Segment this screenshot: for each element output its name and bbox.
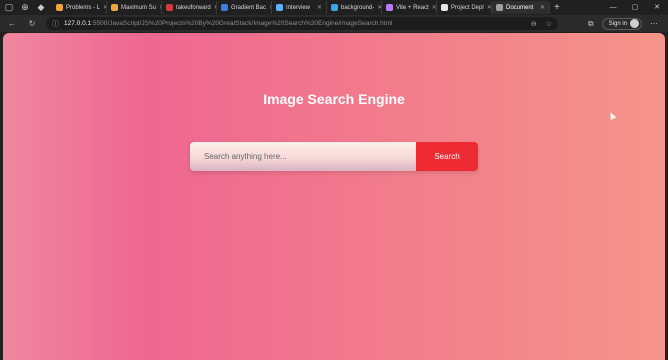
tab-favicon-icon: [386, 4, 393, 11]
mouse-cursor-icon: [607, 111, 617, 120]
page-title: Image Search Engine: [263, 91, 405, 107]
tab-label: Problems - L: [66, 4, 101, 11]
browser-tab[interactable]: Vite + React ✕: [382, 1, 437, 14]
pinned-tab-icon[interactable]: ◆: [34, 1, 48, 15]
new-tab-icon[interactable]: +: [554, 2, 560, 13]
browser-tab[interactable]: Document ✕: [492, 1, 550, 14]
tab-close-icon[interactable]: ✕: [487, 4, 491, 11]
tab-favicon-icon: [276, 4, 283, 11]
browser-tab[interactable]: Problems - L✕: [52, 1, 107, 14]
search-input[interactable]: [190, 142, 416, 171]
maximize-icon[interactable]: ▢: [624, 0, 646, 15]
site-info-icon[interactable]: ⓘ: [52, 19, 59, 29]
tab-favicon-icon: [496, 4, 503, 11]
minimize-icon[interactable]: —: [602, 0, 624, 15]
tab-favicon-icon: [441, 4, 448, 11]
tab-strip: ▢ ⊕ ◆ Problems - L✕Maximum Su✕takeuforwa…: [0, 0, 668, 15]
address-bar-actions: ⊖ ☆: [531, 20, 552, 28]
tab-label: Vite + React: [396, 4, 429, 11]
window-controls: — ▢ ✕: [602, 0, 668, 15]
sign-in-button[interactable]: Sign in: [601, 17, 642, 30]
tab-favicon-icon: [111, 4, 118, 11]
tab-close-icon[interactable]: ✕: [540, 4, 545, 11]
favorite-star-icon[interactable]: ☆: [546, 20, 552, 28]
tabs-container: Problems - L✕Maximum Su✕takeuforward✕Gra…: [52, 1, 550, 14]
browser-tab[interactable]: Project Depl ✕: [437, 1, 492, 14]
browser-tab[interactable]: Maximum Su✕: [107, 1, 162, 14]
search-button[interactable]: Search: [416, 142, 478, 171]
more-options-icon[interactable]: ⋯: [650, 19, 658, 28]
browser-tab[interactable]: Gradient Bac✕: [217, 1, 272, 14]
browser-tab[interactable]: takeuforward✕: [162, 1, 217, 14]
toolbar-right: ⧉ Sign in ⋯: [588, 17, 658, 30]
tab-label: Project Depl: [451, 4, 484, 11]
tab-favicon-icon: [166, 4, 173, 11]
browser-tab[interactable]: Interview ✕: [272, 1, 327, 14]
tab-close-icon[interactable]: ✕: [317, 4, 322, 11]
tab-label: Document: [506, 4, 534, 11]
back-icon[interactable]: ←: [4, 16, 20, 32]
tab-favicon-icon: [221, 4, 228, 11]
sidebar-toggle-icon[interactable]: ▢: [2, 1, 16, 15]
close-window-icon[interactable]: ✕: [646, 0, 668, 15]
tab-favicon-icon: [331, 4, 338, 11]
tab-label: takeuforward: [176, 4, 211, 11]
zoom-icon[interactable]: ⊖: [531, 20, 537, 28]
address-bar-row: ← ↻ ⓘ 127.0.0.1:5500/JavaScript/JS%20Pro…: [0, 15, 668, 32]
tab-label: Interview: [286, 4, 311, 11]
search-form: Search: [190, 142, 478, 171]
url-host: 127.0.0.1: [64, 20, 92, 27]
avatar: [630, 19, 639, 28]
tab-label: background-: [341, 4, 375, 11]
page-viewport: Image Search Engine Search: [3, 33, 665, 360]
tab-label: Maximum Su: [121, 4, 157, 11]
collections-icon[interactable]: ⧉: [588, 19, 594, 29]
address-bar[interactable]: ⓘ 127.0.0.1:5500/JavaScript/JS%20Project…: [46, 17, 558, 30]
workspaces-icon[interactable]: ⊕: [18, 1, 32, 15]
browser-tab[interactable]: background- ✕: [327, 1, 382, 14]
tab-favicon-icon: [56, 4, 63, 11]
tab-label: Gradient Bac: [231, 4, 267, 11]
url-path: :5500/JavaScript/JS%20Projects%20By%20Gr…: [91, 20, 393, 27]
sign-in-label: Sign in: [608, 20, 627, 27]
reload-icon[interactable]: ↻: [24, 16, 40, 32]
